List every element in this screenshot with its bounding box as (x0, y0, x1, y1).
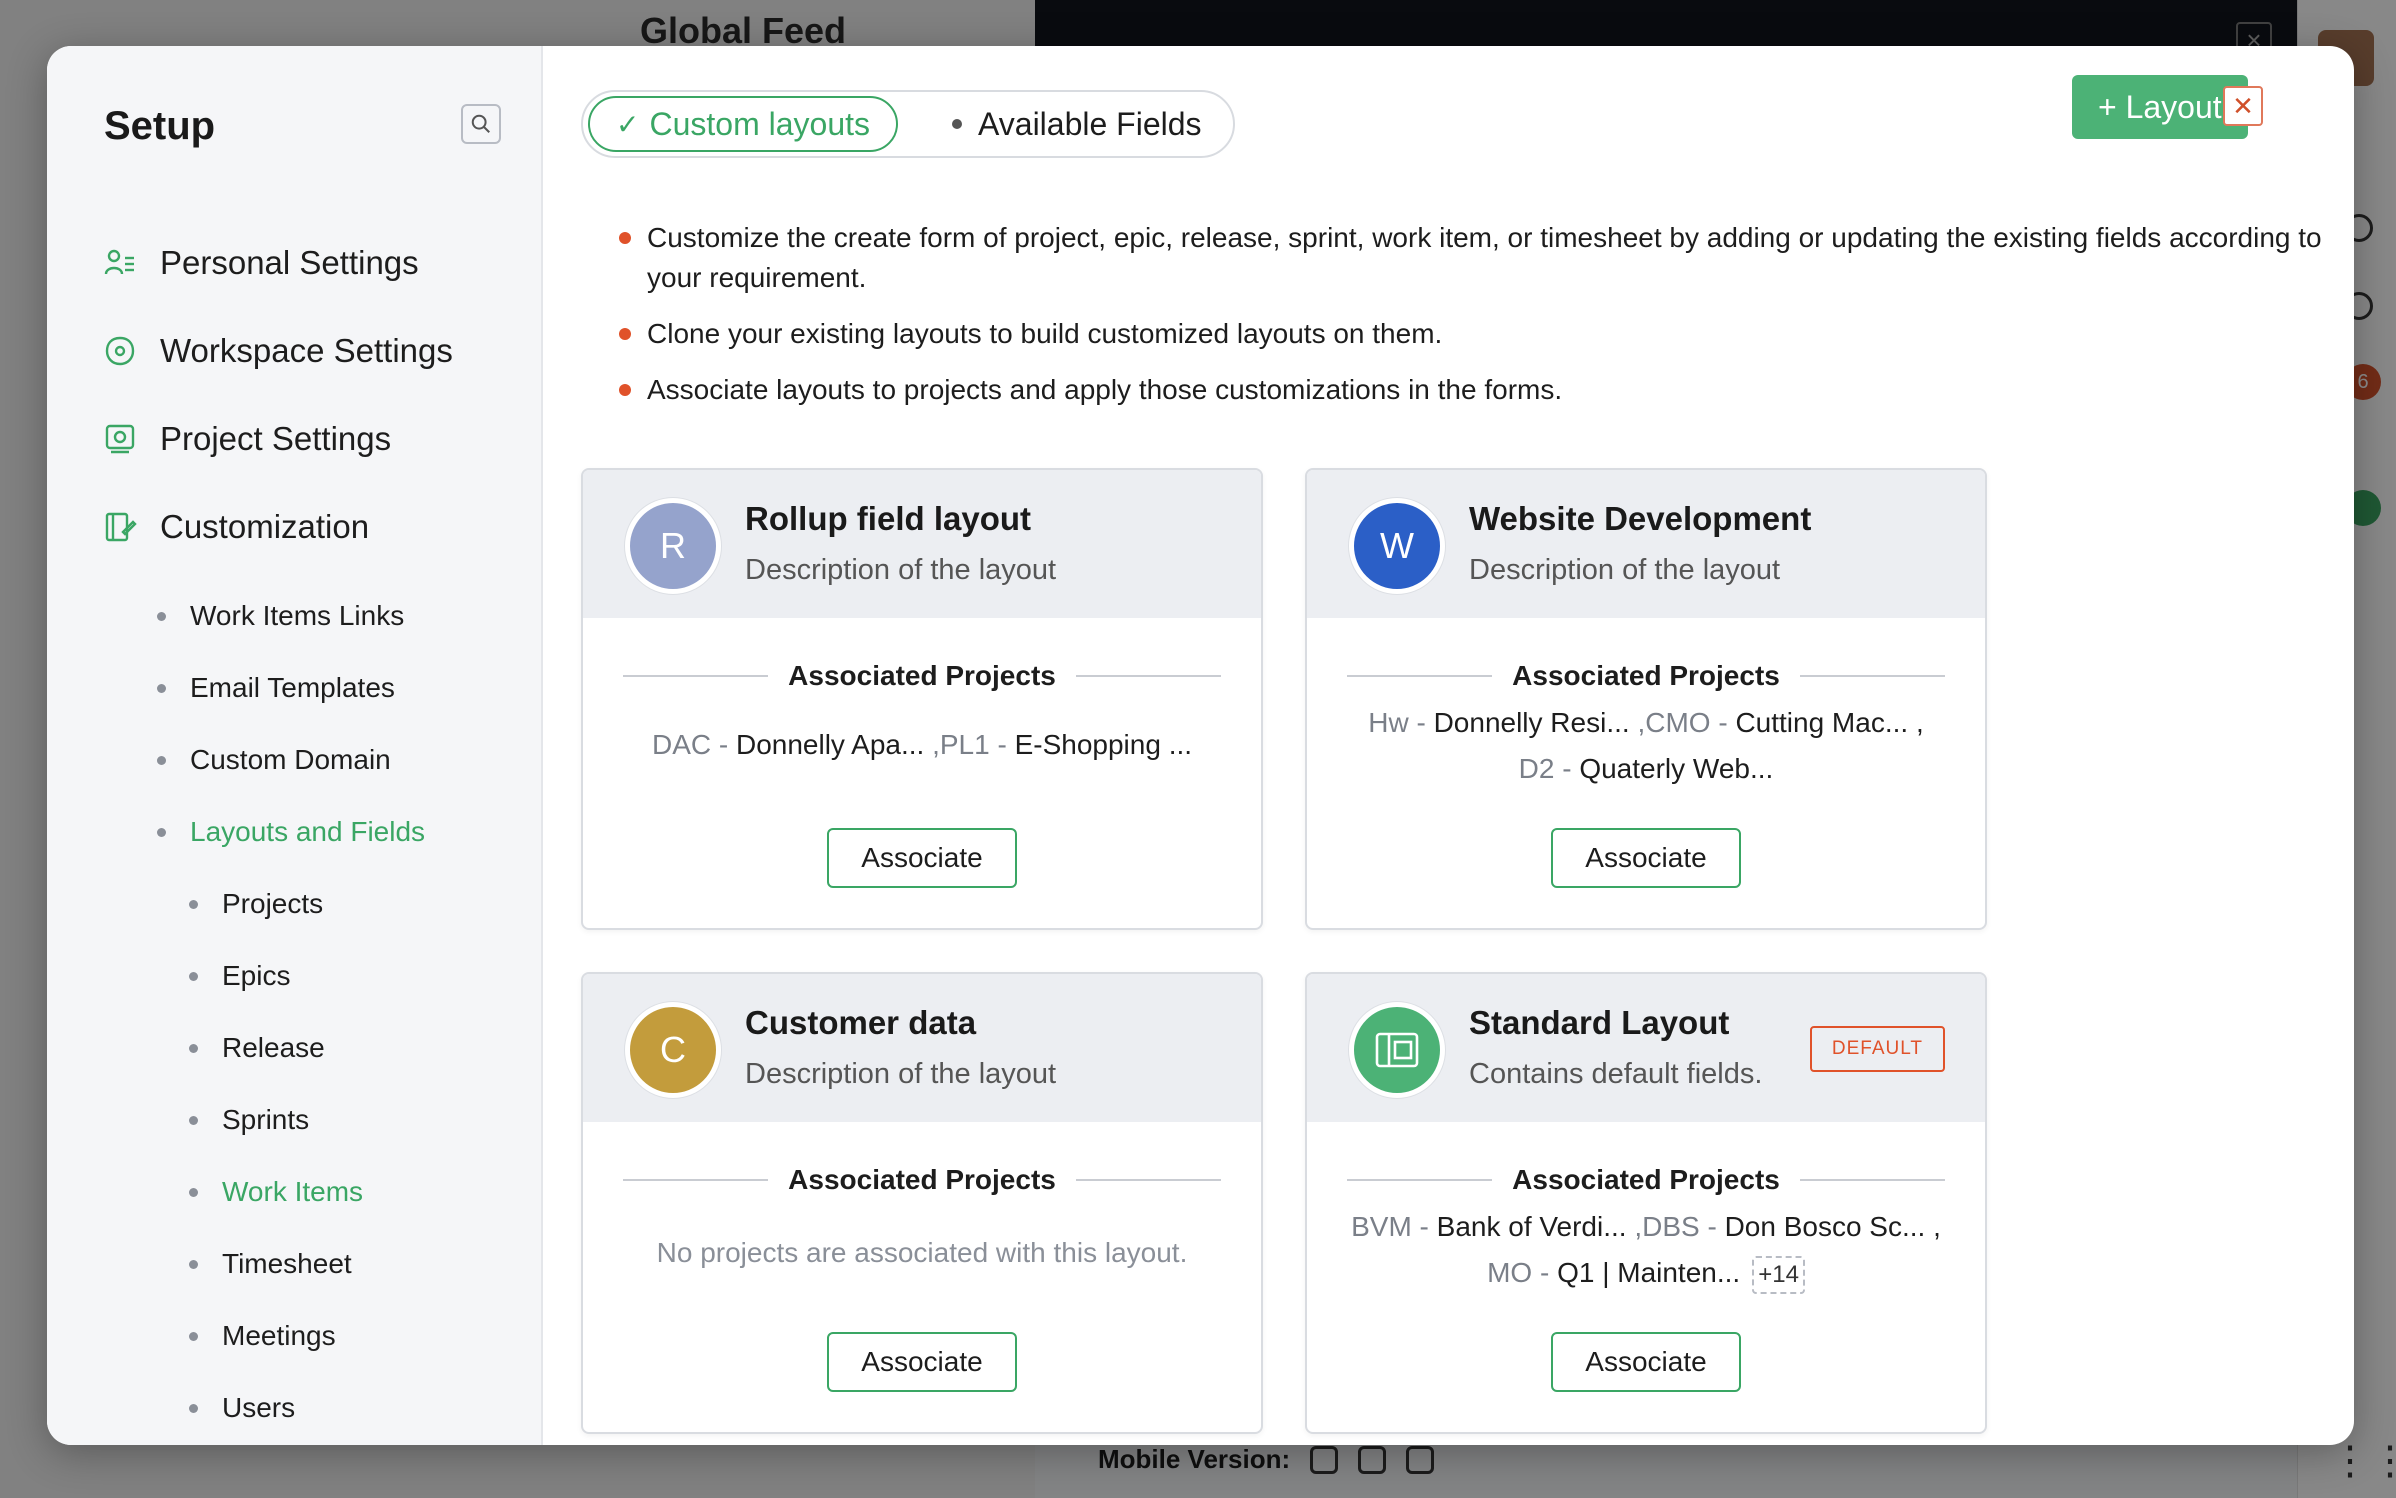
info-item: Associate layouts to projects and apply … (619, 370, 2339, 410)
sidebar-item-release[interactable]: Release (189, 1032, 325, 1064)
associated-projects-header: Associated Projects (623, 660, 1222, 692)
bullet-icon (952, 119, 962, 129)
layout-card-rollup[interactable]: R Rollup field layout Description of the… (581, 468, 1263, 930)
project-link[interactable]: Bank of Verdi... (1437, 1211, 1627, 1242)
associated-projects-list: BVM - Bank of Verdi... ,DBS - Don Bosco … (1327, 1204, 1965, 1296)
card-header: Standard Layout Contains default fields.… (1307, 974, 1985, 1122)
layout-avatar: R (625, 498, 721, 594)
sidebar-item-label: Project Settings (160, 420, 392, 457)
add-layout-button[interactable]: + Layout (2072, 75, 2248, 139)
card-description: Contains default fields. (1469, 1058, 1763, 1090)
card-description: Description of the layout (745, 1058, 1057, 1090)
sidebar-item-workspace-settings[interactable]: Workspace Settings (102, 332, 453, 370)
no-projects-message: No projects are associated with this lay… (656, 1237, 1188, 1268)
project-settings-icon (102, 421, 138, 457)
tab-custom-layouts[interactable]: ✓ Custom layouts (588, 96, 898, 152)
customization-icon (102, 509, 138, 545)
card-title: Website Development (1469, 500, 1812, 537)
info-item: Clone your existing layouts to build cus… (619, 314, 2339, 354)
layout-card-website-development[interactable]: W Website Development Description of the… (1305, 468, 1987, 930)
projects-line: BVM - Bank of Verdi... ,DBS - Don Bosco … (1351, 1211, 1941, 1242)
projects-line: MO - Q1 | Mainten... +14 (1327, 1250, 1965, 1296)
workspace-settings-icon (102, 333, 138, 369)
info-list: Customize the create form of project, ep… (619, 218, 2339, 426)
tab-available-fields[interactable]: Available Fields (926, 96, 1228, 152)
associated-projects-header: Associated Projects (1347, 660, 1946, 692)
card-header: W Website Development Description of the… (1307, 470, 1985, 618)
check-icon: ✓ (616, 108, 640, 140)
card-title: Customer data (745, 1004, 977, 1041)
card-header: R Rollup field layout Description of the… (583, 470, 1261, 618)
projects-line: DAC - Donnelly Apa... ,PL1 - E-Shopping … (651, 729, 1193, 760)
sidebar-item-projects[interactable]: Projects (189, 888, 323, 920)
sidebar-item-timesheet[interactable]: Timesheet (189, 1248, 352, 1280)
project-link[interactable]: Quaterly Web... (1579, 753, 1773, 784)
close-button[interactable]: ✕ (2223, 86, 2263, 126)
associate-button[interactable]: Associate (1551, 1332, 1741, 1392)
info-item: Customize the create form of project, ep… (619, 218, 2339, 298)
sidebar-item-custom-domain[interactable]: Custom Domain (157, 744, 391, 776)
card-description: Description of the layout (745, 554, 1057, 586)
associated-projects-list: Hw - Donnelly Resi... ,CMO - Cutting Mac… (1327, 700, 1965, 792)
project-link[interactable]: Q1 | Mainten... (1557, 1257, 1740, 1288)
sidebar-item-layouts-and-fields[interactable]: Layouts and Fields (157, 816, 425, 848)
layout-card-standard[interactable]: Standard Layout Contains default fields.… (1305, 972, 1987, 1434)
project-link[interactable]: Donnelly Resi... (1434, 707, 1630, 738)
sidebar-search-button[interactable] (461, 104, 501, 144)
associated-projects-list: DAC - Donnelly Apa... ,PL1 - E-Shopping … (603, 722, 1241, 768)
layouts-main: ✓ Custom layouts Available Fields + Layo… (543, 46, 2354, 1445)
card-header: C Customer data Description of the layou… (583, 974, 1261, 1122)
setup-modal: Setup Personal Settings Workspace Settin… (47, 46, 2354, 1445)
sidebar-item-project-settings[interactable]: Project Settings (102, 420, 391, 458)
more-projects-badge[interactable]: +14 (1752, 1256, 1805, 1294)
sidebar-item-meetings[interactable]: Meetings (189, 1320, 336, 1352)
sidebar-item-label: Personal Settings (160, 244, 419, 281)
associated-projects-header: Associated Projects (1347, 1164, 1946, 1196)
personal-settings-icon (102, 245, 138, 281)
associated-projects-header: Associated Projects (623, 1164, 1222, 1196)
layout-tabs: ✓ Custom layouts Available Fields (581, 90, 1235, 158)
associate-button[interactable]: Associate (827, 1332, 1017, 1392)
sidebar-item-epics[interactable]: Epics (189, 960, 290, 992)
close-icon: ✕ (2232, 90, 2254, 121)
sidebar-item-personal-settings[interactable]: Personal Settings (102, 244, 419, 282)
sidebar-item-customization[interactable]: Customization (102, 508, 369, 546)
layout-avatar: W (1349, 498, 1445, 594)
layout-avatar: C (625, 1002, 721, 1098)
project-link[interactable]: Cutting Mac... , (1735, 707, 1923, 738)
associate-button[interactable]: Associate (1551, 828, 1741, 888)
projects-line: Hw - Donnelly Resi... ,CMO - Cutting Mac… (1368, 707, 1924, 738)
projects-line: D2 - Quaterly Web... (1518, 753, 1774, 784)
sidebar-item-label: Workspace Settings (160, 332, 453, 369)
default-badge: DEFAULT (1809, 1026, 1945, 1072)
sidebar-item-users[interactable]: Users (189, 1392, 295, 1424)
layout-card-customer-data[interactable]: C Customer data Description of the layou… (581, 972, 1263, 1434)
card-title: Rollup field layout (745, 500, 1031, 537)
project-link[interactable]: Don Bosco Sc... , (1725, 1211, 1941, 1242)
sidebar-item-label: Customization (160, 508, 370, 545)
card-description: Description of the layout (1469, 554, 1781, 586)
sidebar-item-sprints[interactable]: Sprints (189, 1104, 309, 1136)
card-title: Standard Layout (1469, 1004, 1730, 1041)
sidebar-item-work-items-links[interactable]: Work Items Links (157, 600, 404, 632)
project-link[interactable]: E-Shopping ... (1015, 729, 1192, 760)
search-icon (471, 114, 490, 133)
layout-avatar (1349, 1002, 1445, 1098)
sidebar-item-work-items[interactable]: Work Items (189, 1176, 363, 1208)
associate-button[interactable]: Associate (827, 828, 1017, 888)
setup-sidebar: Setup Personal Settings Workspace Settin… (47, 46, 543, 1445)
layout-icon (1375, 1032, 1419, 1068)
project-link[interactable]: Donnelly Apa... (736, 729, 924, 760)
sidebar-item-email-templates[interactable]: Email Templates (157, 672, 395, 704)
setup-title: Setup (104, 104, 216, 148)
